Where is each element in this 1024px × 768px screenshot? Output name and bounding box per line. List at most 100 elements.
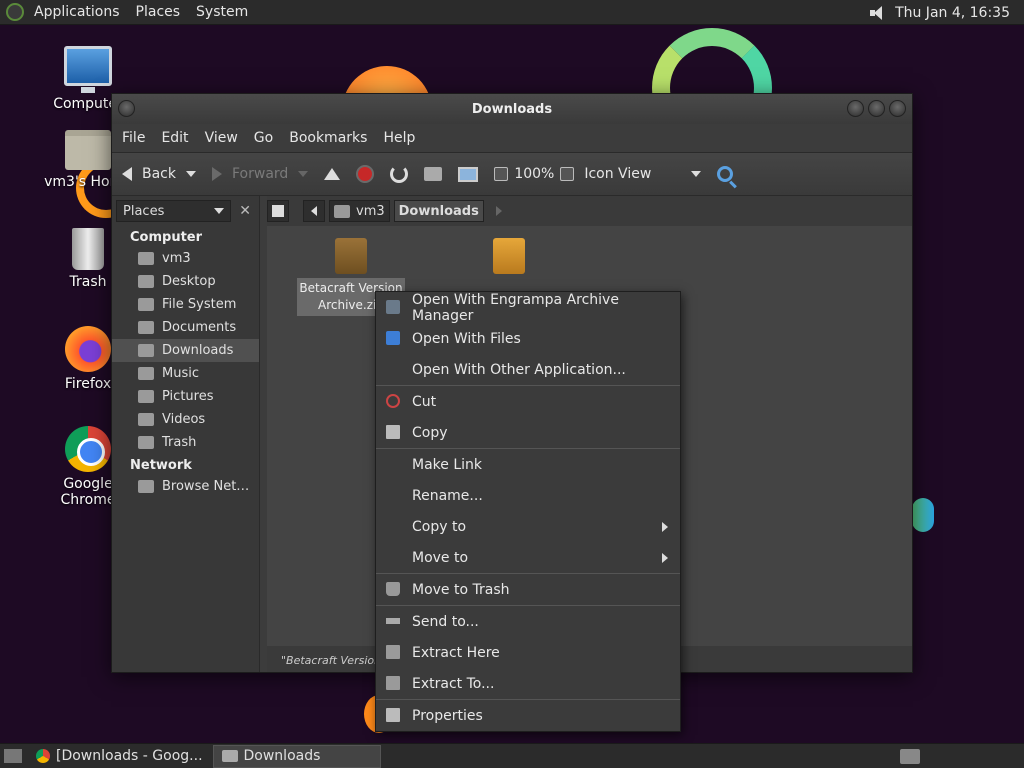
- menu-help[interactable]: Help: [375, 130, 423, 146]
- menu-open-with-other[interactable]: Open With Other Application...: [376, 354, 680, 385]
- sidebar-item-vm3[interactable]: vm3: [112, 247, 259, 270]
- menu-copy[interactable]: Copy: [376, 417, 680, 448]
- window-titlebar[interactable]: Downloads: [112, 94, 912, 124]
- chevron-down-icon: [691, 171, 702, 177]
- zoom-level[interactable]: 100%: [514, 166, 554, 182]
- places-menu[interactable]: Places: [128, 0, 189, 25]
- sidebar-item-label: Desktop: [162, 274, 216, 289]
- menu-open-with-engrampa[interactable]: Open With Engrampa Archive Manager: [376, 292, 680, 324]
- sidebar-item-pictures[interactable]: Pictures: [112, 385, 259, 408]
- sidebar-item-desktop[interactable]: Desktop: [112, 270, 259, 293]
- back-history-dropdown[interactable]: [186, 171, 196, 177]
- menu-rename[interactable]: Rename...: [376, 480, 680, 511]
- search-button[interactable]: [717, 166, 734, 182]
- folder-icon: [138, 344, 154, 357]
- zoom-in-icon[interactable]: [560, 167, 575, 181]
- copy-icon: [386, 425, 400, 439]
- clock[interactable]: Thu Jan 4, 16:35: [895, 5, 1010, 21]
- sidebar-type-select[interactable]: Places: [116, 200, 232, 222]
- menu-open-with-files[interactable]: Open With Files: [376, 323, 680, 354]
- sidebar-item-label: Downloads: [162, 343, 234, 358]
- task-chrome-downloads[interactable]: [Downloads - Goog...: [28, 745, 211, 768]
- forward-button[interactable]: Forward: [212, 166, 309, 182]
- reload-button[interactable]: [390, 165, 409, 183]
- workspace-switcher-icon[interactable]: [900, 749, 920, 764]
- trash-icon: [138, 436, 154, 449]
- minimize-button[interactable]: [847, 100, 864, 117]
- menu-extract-to[interactable]: Extract To...: [376, 668, 680, 699]
- menu-move-to-trash[interactable]: Move to Trash: [376, 574, 680, 605]
- home-button[interactable]: [424, 167, 443, 181]
- home-folder-icon: [138, 252, 154, 265]
- sidebar-item-file-system[interactable]: File System: [112, 293, 259, 316]
- back-arrow-icon: [122, 167, 132, 181]
- forward-label: Forward: [232, 166, 289, 182]
- menu-item-label: Send to...: [412, 613, 479, 630]
- menu-item-label: Open With Other Application...: [412, 361, 626, 378]
- menu-send-to[interactable]: Send to...: [376, 606, 680, 637]
- window-title: Downloads: [471, 101, 553, 117]
- back-button[interactable]: Back: [122, 166, 196, 182]
- menu-view[interactable]: View: [197, 130, 246, 146]
- close-button[interactable]: [889, 100, 906, 117]
- zoom-out-icon[interactable]: [494, 167, 509, 181]
- menu-go[interactable]: Go: [246, 130, 281, 146]
- computer-button[interactable]: [458, 166, 479, 182]
- path-segment-label: Downloads: [398, 203, 479, 219]
- sidebar-item-downloads[interactable]: Downloads: [112, 339, 259, 362]
- task-file-manager-downloads[interactable]: Downloads: [212, 744, 381, 768]
- path-scroll-left-button[interactable]: [303, 200, 325, 222]
- up-arrow-icon: [324, 168, 341, 180]
- show-desktop-icon[interactable]: [4, 749, 22, 763]
- system-menu[interactable]: System: [188, 0, 256, 25]
- menu-cut[interactable]: Cut: [376, 386, 680, 417]
- forward-history-dropdown[interactable]: [298, 171, 309, 177]
- up-button[interactable]: [324, 168, 341, 180]
- stop-icon: [356, 165, 375, 183]
- task-label: [Downloads - Goog...: [56, 748, 203, 764]
- toggle-location-entry-button[interactable]: [267, 200, 289, 222]
- menu-properties[interactable]: Properties: [376, 700, 680, 731]
- archive-icon: [386, 300, 400, 314]
- sidebar-item-label: vm3: [162, 251, 191, 266]
- sidebar-item-label: Documents: [162, 320, 237, 335]
- sidebar-group-computer: Computer: [130, 230, 203, 245]
- mate-logo-icon[interactable]: [6, 3, 24, 21]
- sidebar-item-browse-network[interactable]: Browse Net…: [112, 475, 259, 498]
- view-mode-select[interactable]: Icon View: [584, 166, 702, 182]
- menu-copy-to[interactable]: Copy to: [376, 511, 680, 542]
- computer-icon: [64, 46, 112, 93]
- folder-icon: [138, 275, 154, 288]
- maximize-button[interactable]: [868, 100, 885, 117]
- path-segment-vm3[interactable]: vm3: [329, 200, 390, 222]
- menu-make-link[interactable]: Make Link: [376, 449, 680, 480]
- search-icon: [717, 166, 734, 182]
- extract-icon: [386, 676, 400, 690]
- bottom-panel: [Downloads - Goog... Downloads: [0, 743, 1024, 768]
- path-scroll-right-button[interactable]: [488, 200, 510, 222]
- menu-item-label: Copy to: [412, 518, 467, 535]
- volume-icon[interactable]: [869, 5, 887, 21]
- menu-move-to[interactable]: Move to: [376, 542, 680, 573]
- menu-file[interactable]: File: [114, 130, 153, 146]
- sidebar-item-videos[interactable]: Videos: [112, 408, 259, 431]
- stop-button[interactable]: [356, 165, 375, 183]
- menu-edit[interactable]: Edit: [153, 130, 196, 146]
- menu-item-label: Copy: [412, 424, 448, 441]
- close-sidebar-icon[interactable]: ✕: [235, 201, 255, 221]
- chrome-icon: [36, 749, 50, 763]
- path-segment-downloads[interactable]: Downloads: [393, 200, 484, 222]
- window-menu-button[interactable]: [118, 100, 135, 117]
- applications-menu[interactable]: Applications: [26, 0, 128, 25]
- menu-item-label: Properties: [412, 707, 483, 724]
- sidebar-item-trash[interactable]: Trash: [112, 431, 259, 454]
- menu-bookmarks[interactable]: Bookmarks: [281, 130, 375, 146]
- file-item[interactable]: [493, 238, 525, 274]
- sidebar-item-label: Pictures: [162, 389, 214, 404]
- sidebar-item-documents[interactable]: Documents: [112, 316, 259, 339]
- sidebar-item-music[interactable]: Music: [112, 362, 259, 385]
- chevron-right-icon: [662, 522, 668, 532]
- folder-icon: [138, 321, 154, 334]
- menu-extract-here[interactable]: Extract Here: [376, 637, 680, 668]
- sidebar-group-network: Network: [130, 458, 192, 473]
